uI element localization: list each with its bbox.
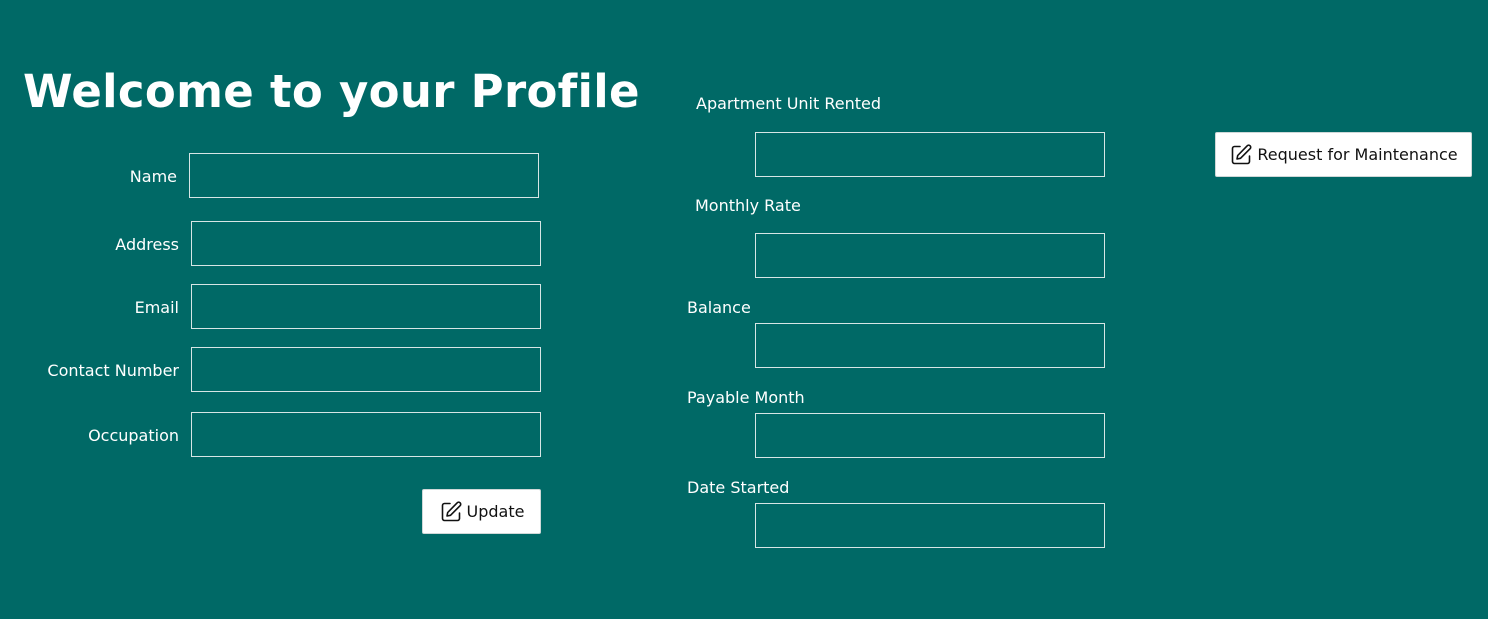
email-label: Email [134, 298, 179, 317]
monthly-rate-field[interactable] [755, 233, 1105, 278]
contact-number-label: Contact Number [47, 361, 179, 380]
date-started-label: Date Started [687, 478, 790, 497]
date-started-field[interactable] [755, 503, 1105, 548]
request-maintenance-label: Request for Maintenance [1257, 145, 1458, 164]
balance-label: Balance [687, 298, 751, 317]
payable-month-field[interactable] [755, 413, 1105, 458]
email-field[interactable] [191, 284, 541, 329]
edit-icon [439, 500, 463, 524]
occupation-label: Occupation [88, 426, 179, 445]
contact-number-field[interactable] [191, 347, 541, 392]
apartment-unit-field[interactable] [755, 132, 1105, 177]
occupation-field[interactable] [191, 412, 541, 457]
name-field[interactable] [189, 153, 539, 198]
name-label: Name [129, 167, 177, 186]
edit-icon [1229, 143, 1253, 167]
apartment-unit-label: Apartment Unit Rented [696, 94, 881, 113]
monthly-rate-label: Monthly Rate [695, 196, 801, 215]
update-button[interactable]: Update [422, 489, 541, 534]
balance-field[interactable] [755, 323, 1105, 368]
page-title: Welcome to your Profile [23, 65, 640, 118]
request-maintenance-button[interactable]: Request for Maintenance [1215, 132, 1472, 177]
payable-month-label: Payable Month [687, 388, 805, 407]
update-button-label: Update [466, 502, 525, 521]
address-field[interactable] [191, 221, 541, 266]
address-label: Address [115, 235, 179, 254]
